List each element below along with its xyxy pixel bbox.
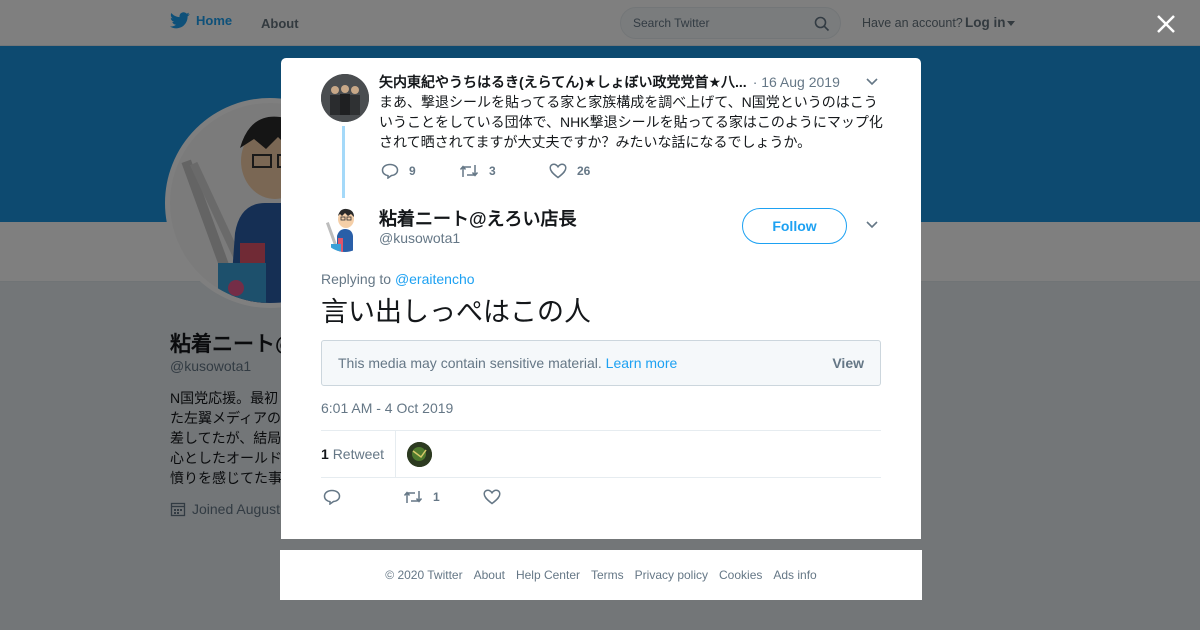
modal-footer: © 2020 Twitter About Help Center Terms P… xyxy=(280,550,922,600)
heart-icon xyxy=(483,489,501,505)
retweet-button[interactable]: 1 xyxy=(403,490,483,504)
sensitive-message-text: This media may contain sensitive materia… xyxy=(338,355,602,371)
parent-tweet-header: 矢内東紀やうちはるき(えらてん)★しょぼい政党党首★八... · 16 Aug … xyxy=(379,72,881,92)
chevron-down-icon[interactable] xyxy=(866,78,878,86)
sensitive-media-notice: This media may contain sensitive materia… xyxy=(321,340,881,386)
reply-button[interactable]: 9 xyxy=(381,163,459,179)
retweet-stat-count: 1 xyxy=(321,446,329,462)
footer-link-terms[interactable]: Terms xyxy=(591,568,624,582)
footer-link-about[interactable]: About xyxy=(474,568,505,582)
retweet-count: 3 xyxy=(489,164,496,178)
reply-button[interactable] xyxy=(323,489,403,505)
footer-copyright: © 2020 Twitter xyxy=(385,568,463,582)
replying-to: Replying to @eraitencho xyxy=(321,271,475,287)
heart-icon xyxy=(549,163,567,179)
sensitive-media-message: This media may contain sensitive materia… xyxy=(338,355,677,371)
thread-connector xyxy=(342,126,345,198)
tweet-permalink-modal: 矢内東紀やうちはるき(えらてん)★しょぼい政党党首★八... · 16 Aug … xyxy=(281,58,921,539)
retweeter-avatar-image xyxy=(407,442,432,467)
parent-tweet-actions: 9 3 26 xyxy=(381,163,590,179)
tweet-stats: 1 Retweet xyxy=(321,430,881,478)
follow-button[interactable]: Follow xyxy=(742,208,847,244)
retweet-stat[interactable]: 1 Retweet xyxy=(321,446,384,462)
parent-tweet-text: まあ、撃退シールを貼ってる家と家族構成を調べ上げて、N国党というのはこういうこと… xyxy=(379,94,883,150)
like-button[interactable]: 26 xyxy=(549,163,590,179)
main-avatar-illustration xyxy=(321,204,369,252)
main-tweet-avatar[interactable] xyxy=(321,204,369,252)
main-author-handle[interactable]: @kusowota1 xyxy=(379,230,460,246)
footer-link-help-center[interactable]: Help Center xyxy=(516,568,580,582)
replying-to-prefix: Replying to xyxy=(321,271,392,287)
retweet-icon xyxy=(459,165,479,177)
main-tweet-actions: 1 xyxy=(323,489,501,505)
like-button[interactable] xyxy=(483,489,501,505)
learn-more-link[interactable]: Learn more xyxy=(606,355,678,371)
footer-link-ads-info[interactable]: Ads info xyxy=(773,568,816,582)
retweeter-avatar[interactable] xyxy=(407,442,432,467)
footer-link-cookies[interactable]: Cookies xyxy=(719,568,762,582)
parent-tweet-date[interactable]: · 16 Aug 2019 xyxy=(753,74,840,90)
reply-icon xyxy=(381,163,399,179)
parent-avatar-photo xyxy=(321,74,369,122)
retweet-count: 1 xyxy=(433,490,440,504)
view-media-button[interactable]: View xyxy=(832,355,864,371)
main-tweet-text: 言い出しっぺはこの人 xyxy=(321,297,591,327)
chevron-down-icon[interactable] xyxy=(866,221,878,229)
replying-to-link[interactable]: @eraitencho xyxy=(395,271,475,287)
tweet-timestamp[interactable]: 6:01 AM - 4 Oct 2019 xyxy=(321,400,453,416)
parent-tweet-avatar[interactable] xyxy=(321,74,369,122)
footer-link-privacy[interactable]: Privacy policy xyxy=(635,568,708,582)
reply-icon xyxy=(323,489,341,505)
like-count: 26 xyxy=(577,164,591,178)
main-author-name[interactable]: 粘着ニート@えろい店長 xyxy=(379,205,577,231)
close-icon[interactable] xyxy=(1155,13,1177,35)
retweet-icon xyxy=(403,491,423,503)
retweet-stat-label: Retweet xyxy=(332,446,385,462)
reply-count: 9 xyxy=(409,164,416,178)
stat-divider xyxy=(395,431,396,477)
parent-author-name[interactable]: 矢内東紀やうちはるき(えらてん)★しょぼい政党党首★八... xyxy=(379,72,747,92)
retweet-button[interactable]: 3 xyxy=(459,164,549,178)
